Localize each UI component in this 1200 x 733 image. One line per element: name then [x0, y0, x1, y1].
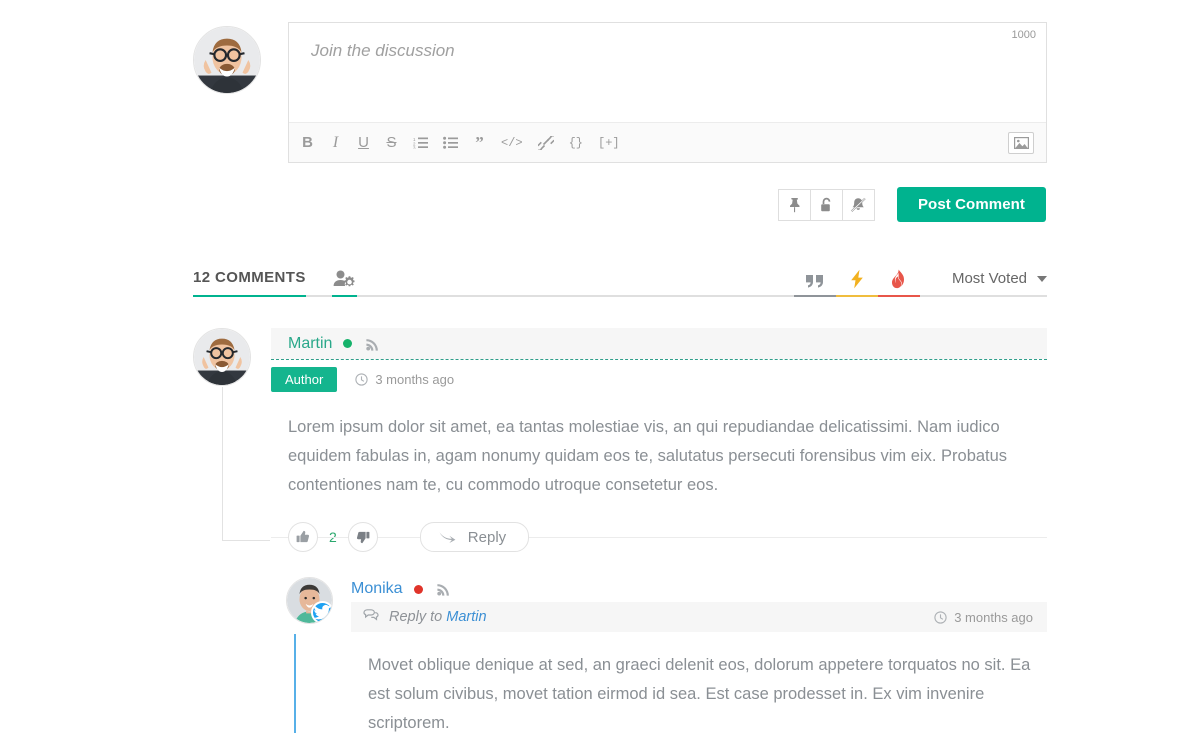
spoiler-icon[interactable]: [+]	[598, 132, 620, 154]
vote-up-button[interactable]	[288, 522, 318, 552]
notify-toggle-button[interactable]	[841, 188, 875, 221]
comment-meta-row: Author 3 months ago	[271, 359, 1047, 392]
comment-textarea[interactable]: 1000 Join the discussion	[289, 23, 1046, 122]
current-user-avatar[interactable]	[193, 26, 261, 94]
sort-controls: Most Voted	[793, 269, 1047, 297]
sort-select-label: Most Voted	[951, 270, 1027, 287]
reply-to-row: Reply to Martin 3 months ago	[351, 602, 1047, 632]
reply-name-row: Monika	[351, 577, 1047, 601]
blockquote-icon[interactable]: ”	[473, 132, 486, 154]
strikethrough-icon[interactable]: S	[385, 132, 398, 154]
editor-toolbar: B I U S 123 ” </> {} [+]	[289, 122, 1046, 162]
lock-comment-button[interactable]	[809, 188, 843, 221]
reply-author-name[interactable]: Monika	[351, 580, 403, 598]
comment-author-name[interactable]: Martin	[288, 335, 332, 353]
tab-hottest[interactable]	[877, 269, 920, 297]
image-upload-icon[interactable]	[1008, 131, 1034, 154]
reply-button-label: Reply	[467, 528, 507, 546]
post-comment-button[interactable]: Post Comment	[896, 187, 1046, 222]
avatar-image-martin	[194, 27, 260, 93]
comments-container: 1000 Join the discussion B I U S 123 ” <…	[193, 0, 1047, 733]
bold-icon[interactable]: B	[301, 132, 314, 154]
comment-text: Lorem ipsum dolor sit amet, ea tantas mo…	[271, 391, 1047, 500]
source-code-icon[interactable]: {}	[569, 132, 583, 154]
italic-icon[interactable]: I	[329, 132, 342, 154]
reply-button[interactable]: Reply	[419, 522, 530, 552]
online-status-dot	[343, 339, 353, 348]
vote-row-rule	[271, 537, 1047, 538]
avatar-image-martin	[194, 329, 250, 385]
reply-text: Movet oblique denique at sed, an graeci …	[351, 632, 1047, 733]
reply-timestamp: 3 months ago	[934, 610, 1033, 625]
sort-select[interactable]: Most Voted	[952, 270, 1047, 295]
vote-down-button[interactable]	[347, 522, 378, 552]
clock-icon	[355, 372, 368, 386]
form-actions: Post Comment	[193, 187, 1047, 222]
comments-count-label: 12 COMMENTS	[193, 269, 306, 297]
comment-placeholder: Join the discussion	[311, 41, 455, 60]
comment-item: Martin Author 3 months ago Lorem ipsum d…	[193, 328, 1047, 733]
comment-avatar-martin[interactable]	[193, 328, 251, 386]
ordered-list-icon[interactable]: 123	[413, 132, 428, 154]
author-badge: Author	[271, 366, 338, 392]
tab-newest[interactable]	[835, 269, 878, 297]
reply-to-icon	[363, 608, 380, 627]
comment-form: 1000 Join the discussion B I U S 123 ” <…	[193, 0, 1047, 163]
reply-to-text: Reply to Martin	[389, 609, 487, 625]
rss-icon[interactable]	[436, 582, 451, 596]
comment-text-paragraph: Lorem ipsum dolor sit amet, ea tantas mo…	[288, 418, 1008, 494]
code-icon[interactable]: </>	[501, 132, 523, 154]
reply-avatar-monika[interactable]	[286, 577, 333, 624]
link-icon[interactable]	[537, 132, 554, 154]
reply-body: Monika Reply to Martin 3 months ago Move…	[351, 577, 1047, 733]
twitter-icon	[311, 601, 332, 623]
rss-icon[interactable]	[366, 337, 380, 351]
character-counter: 1000	[1011, 29, 1036, 41]
comment-body: Martin Author 3 months ago Lorem ipsum d…	[271, 328, 1047, 552]
thread-connector-foot	[222, 540, 270, 541]
thread-connector-line	[222, 387, 223, 541]
reply-connector-line	[294, 634, 296, 733]
reply-main-row: Monika Reply to Martin 3 months ago Move…	[286, 577, 1047, 733]
svg-text:3: 3	[413, 146, 416, 150]
reply-arrow-icon	[439, 532, 456, 543]
comment-vote-row: 2 Reply	[271, 522, 1047, 552]
offline-status-dot	[413, 584, 423, 594]
unordered-list-icon[interactable]	[443, 132, 458, 154]
reply-timestamp-text: 3 months ago	[954, 609, 1033, 625]
comment-editor: 1000 Join the discussion B I U S 123 ” <…	[288, 22, 1047, 163]
reply-to-target[interactable]: Martin	[446, 609, 486, 625]
underline-icon[interactable]: U	[357, 132, 370, 154]
thumbs-up-icon	[296, 530, 310, 543]
comment-timestamp-text: 3 months ago	[375, 371, 455, 387]
pin-comment-button[interactable]	[777, 188, 811, 221]
thumbs-down-icon	[356, 531, 370, 544]
clock-icon	[934, 610, 947, 624]
user-settings-icon[interactable]	[331, 269, 357, 297]
comment-reply-item: Monika Reply to Martin 3 months ago Move…	[193, 577, 1047, 733]
chevron-down-icon	[1037, 275, 1047, 282]
comment-name-row: Martin	[271, 328, 1047, 359]
comment-main-row: Martin Author 3 months ago Lorem ipsum d…	[193, 328, 1047, 552]
tab-quote[interactable]	[793, 272, 836, 297]
comments-header: 12 COMMENTS Most Voted	[193, 259, 1047, 297]
comments-page: 1000 Join the discussion B I U S 123 ” <…	[0, 0, 1200, 733]
reply-text-paragraph: Movet oblique denique at sed, an graeci …	[368, 656, 1031, 732]
reply-to-prefix: Reply to	[389, 609, 447, 625]
comment-timestamp: 3 months ago	[355, 372, 454, 387]
